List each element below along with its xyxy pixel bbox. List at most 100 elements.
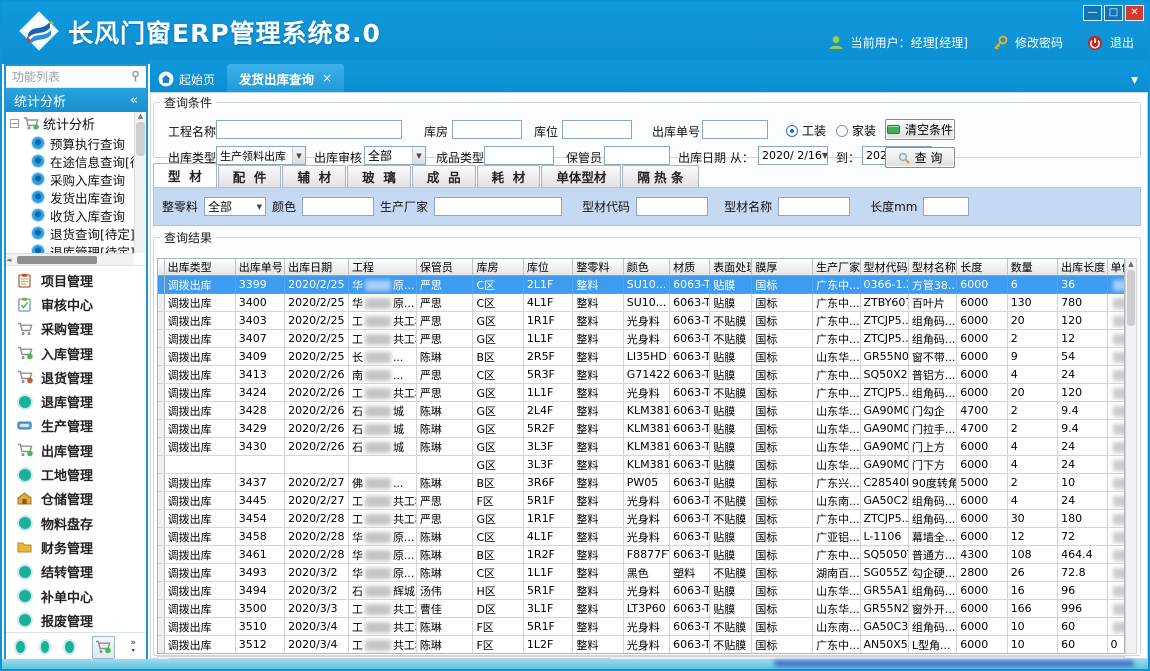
grid-cell[interactable]: ZTCJP5... [860,510,908,528]
sidebar-module-5[interactable]: 退库管理 [6,389,146,413]
grid-cell[interactable]: 国标 [752,330,813,348]
grid-cell[interactable]: 调拨出库 [164,636,235,654]
grid-cell[interactable]: 6000 [957,366,1007,384]
grid-cell[interactable]: 2020/3/4 [285,636,349,654]
grid-cell[interactable]: 华原... [348,564,416,582]
grid-cell[interactable]: 严思 [416,366,473,384]
grid-cell[interactable]: 组角码... [908,330,956,348]
sidebar-module-3[interactable]: 入库管理 [6,341,146,365]
grid-cell[interactable]: 山东华... [813,420,860,438]
grid-cell[interactable]: 24 [1058,456,1107,474]
grid-cell[interactable]: 国标 [752,402,813,420]
grid-cell[interactable]: 5R1F [523,618,572,636]
project-name-input[interactable] [216,120,402,139]
sidebar-module-6[interactable]: 生产管理 [6,414,146,438]
grid-cell[interactable]: 国标 [752,294,813,312]
grid-cell[interactable]: 9.4 [1058,402,1107,420]
grid-cell[interactable]: 贴膜 [710,348,752,366]
grid-cell[interactable]: 6063-T5 [670,420,710,438]
grid-cell[interactable]: 调拨出库 [164,438,235,456]
grid-cell[interactable]: 2800 [957,564,1007,582]
grid-cell[interactable]: 9.4 [1058,420,1107,438]
grid-cell[interactable]: 石辉城 [348,582,416,600]
grid-cell[interactable]: 6000 [957,294,1007,312]
grid-cell[interactable] [1107,618,1125,636]
grid-cell[interactable]: 调拨出库 [164,528,235,546]
grid-cell[interactable]: 石城 [348,438,416,456]
tree-item-4[interactable]: 收货入库查询 [6,206,134,224]
grid-cell[interactable]: 872 [1107,420,1125,438]
grid-cell[interactable] [1107,510,1125,528]
grid-cell[interactable]: 广东中... [813,294,860,312]
toolbar-more-button[interactable]: »▾ [131,639,137,655]
sidebar-module-13[interactable]: 补单中心 [6,584,146,608]
grid-cell[interactable]: 华原... [348,276,416,294]
grid-row-13[interactable]: 调拨出库34542020/2/28工共工程严思G区1R1F整料光身料6063-T… [158,510,1125,528]
grid-cell[interactable]: 1R2F [523,546,572,564]
grid-cell[interactable]: 916 [1107,528,1125,546]
material-tab-4[interactable]: 成 品 [412,165,476,187]
grid-cell[interactable]: 山东华... [813,456,860,474]
grid-cell[interactable]: 12 [1058,330,1107,348]
material-tab-3[interactable]: 玻 璃 [347,165,411,187]
grid-cell[interactable]: 普铝方... [908,366,956,384]
grid-cell[interactable]: 国标 [752,348,813,366]
grid-cell[interactable]: 勾企硬... [908,564,956,582]
grid-cell[interactable]: 2020/2/28 [285,528,349,546]
grid-cell[interactable]: 严思 [416,492,473,510]
grid-cell[interactable]: 调拨出库 [164,510,235,528]
grid-cell[interactable]: 整料 [573,564,623,582]
grid-cell[interactable]: 组角码... [908,312,956,330]
grid-row-9[interactable]: 调拨出库34302020/2/26石城陈琳G区3L3F整料KLM38176063… [158,438,1125,456]
grid-cell[interactable]: GA90M09.. [860,456,908,474]
grid-cell[interactable]: 调拨出库 [164,276,235,294]
grid-cell[interactable] [416,456,473,474]
grid-cell[interactable]: 6063-T5 [670,582,710,600]
grid-cell[interactable]: 门上方 [908,438,956,456]
grid-cell[interactable]: 4L1F [523,528,572,546]
grid-cell[interactable]: 2972 [1107,366,1125,384]
grid-cell[interactable]: F区 [473,618,523,636]
grid-cell[interactable]: 3430 [235,438,284,456]
grid-cell[interactable]: 南... [348,366,416,384]
grid-column-header-6[interactable]: 库位 [523,259,572,276]
grid-cell[interactable]: GA90M06.. [860,402,908,420]
grid-cell[interactable]: G区 [473,330,523,348]
grid-cell[interactable]: 整料 [573,276,623,294]
grid-cell[interactable]: 1L1F [523,384,572,402]
grid-cell[interactable]: 贴膜 [710,600,752,618]
grid-cell[interactable]: GR55N02 [860,348,908,366]
grid-column-header-17[interactable]: 出库长度 [1058,259,1107,276]
grid-cell[interactable]: 54 [1058,348,1107,366]
grid-cell[interactable]: 20 [1007,312,1057,330]
grid-cell[interactable]: 2020/3/2 [285,582,349,600]
grid-cell[interactable]: 不贴膜 [710,312,752,330]
sidebar-module-1[interactable]: 审核中心 [6,292,146,316]
grid-cell[interactable]: 2L1F [523,276,572,294]
material-tab-1[interactable]: 配 件 [218,165,282,187]
grid-cell[interactable]: 光身料 [623,330,669,348]
sidebar-module-9[interactable]: 仓储管理 [6,487,146,511]
grid-cell[interactable] [1107,384,1125,402]
grid-cell[interactable]: 5000 [957,474,1007,492]
radio-home[interactable]: 家装 [836,122,876,139]
grid-row-18[interactable]: 调拨出库35002020/3/3工共工程曹佳D区3L1F整料LT3P606063… [158,600,1125,618]
grid-cell[interactable]: 调拨出库 [164,366,235,384]
grid-cell[interactable]: 国标 [752,528,813,546]
grid-row-10[interactable]: G区3L3F整料KLM38176063-T5贴膜国标山东华...GA90M09.… [158,456,1125,474]
grid-cell[interactable]: 光身料 [623,636,669,654]
search-button[interactable]: 查 询 [885,147,955,168]
grid-row-7[interactable]: 调拨出库34282020/2/26石城陈琳G区2L4F整料KLM38176063… [158,402,1125,420]
grid-cell[interactable]: 3413 [235,366,284,384]
grid-column-header-13[interactable]: 型材代码 [860,259,908,276]
grid-cell[interactable]: 6000 [957,348,1007,366]
grid-cell[interactable]: 20 [1007,384,1057,402]
grid-cell[interactable]: 光身料 [623,618,669,636]
grid-cell[interactable]: F8877FT [623,546,669,564]
grid-cell[interactable]: 108 [1007,546,1057,564]
grid-cell[interactable]: SG055Z [860,564,908,582]
grid-cell[interactable]: GA50C27 [860,492,908,510]
grid-column-header-4[interactable]: 保管员 [416,259,473,276]
grid-column-header-0[interactable]: 出库类型 [164,259,235,276]
grid-cell[interactable] [348,456,416,474]
